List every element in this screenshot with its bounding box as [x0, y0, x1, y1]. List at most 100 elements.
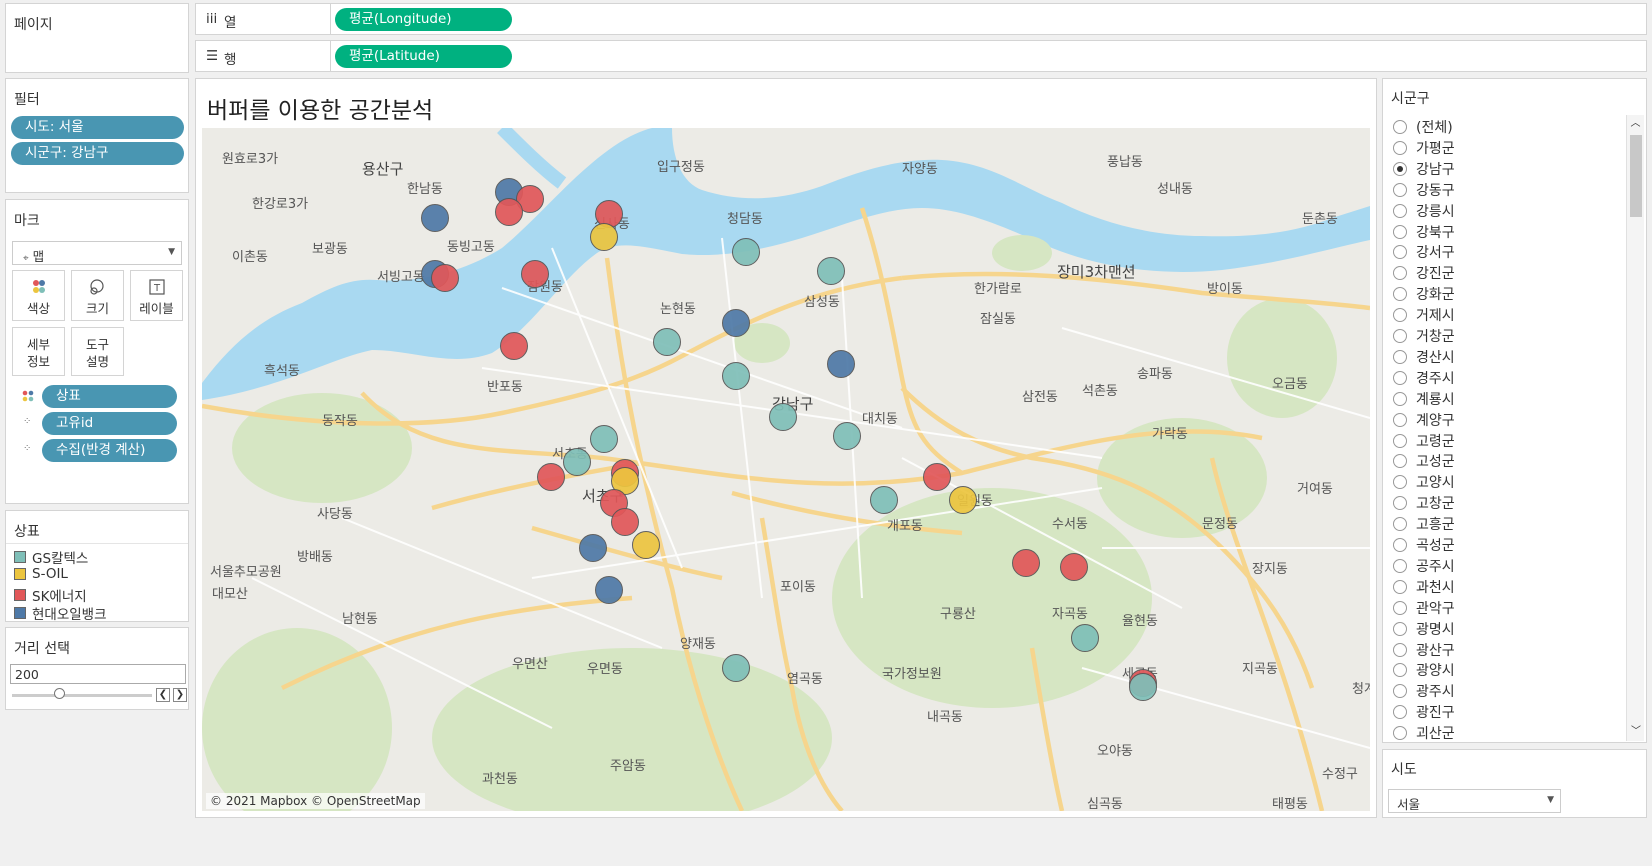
radio-icon[interactable]: [1393, 558, 1407, 573]
radio-icon[interactable]: [1393, 663, 1407, 678]
sigungu-option[interactable]: 광산구: [1393, 640, 1455, 660]
station-marker-gs[interactable]: [816, 256, 845, 285]
sigungu-option[interactable]: 고흥군: [1393, 514, 1455, 534]
radio-icon[interactable]: [1393, 621, 1407, 636]
radio-icon[interactable]: [1393, 600, 1407, 615]
radio-icon[interactable]: [1393, 391, 1407, 406]
sigungu-option[interactable]: 고창군: [1393, 493, 1455, 513]
station-marker-hyundai[interactable]: [594, 575, 623, 604]
sigungu-option[interactable]: 거제시: [1393, 305, 1455, 325]
color-button[interactable]: 색상: [12, 270, 65, 321]
map-area[interactable]: 원효로3가용산구한강로3가이촌동서빙고동보광동한남동동빙고동신사동잠원동논현동입…: [202, 128, 1370, 811]
station-marker-gs[interactable]: [589, 425, 618, 454]
station-marker-gs[interactable]: [1128, 673, 1157, 702]
radio-icon[interactable]: [1393, 496, 1407, 511]
label-button[interactable]: T 레이블: [130, 270, 183, 321]
station-marker-sk[interactable]: [610, 508, 639, 537]
radio-icon[interactable]: [1393, 454, 1407, 469]
sigungu-option[interactable]: 고령군: [1393, 431, 1455, 451]
sigungu-option[interactable]: 곡성군: [1393, 535, 1455, 555]
filter-pill-sido[interactable]: 시도: 서울: [11, 116, 184, 139]
sigungu-option[interactable]: 강진군: [1393, 263, 1455, 283]
station-marker-soil[interactable]: [949, 485, 978, 514]
scroll-up-icon[interactable]: ︿: [1627, 115, 1644, 133]
sigungu-option[interactable]: 강화군: [1393, 284, 1455, 304]
radio-icon[interactable]: [1393, 287, 1407, 302]
sigungu-option[interactable]: 강릉시: [1393, 201, 1455, 221]
radio-icon[interactable]: [1393, 308, 1407, 323]
sigungu-option[interactable]: 광명시: [1393, 619, 1455, 639]
station-marker-gs[interactable]: [1070, 624, 1099, 653]
radio-icon[interactable]: [1393, 579, 1407, 594]
sigungu-option[interactable]: (전체): [1393, 117, 1453, 137]
radio-icon[interactable]: [1393, 517, 1407, 532]
radio-icon[interactable]: [1393, 224, 1407, 239]
radio-icon[interactable]: [1393, 475, 1407, 490]
radio-icon[interactable]: [1393, 245, 1407, 260]
station-marker-hyundai[interactable]: [420, 204, 449, 233]
station-marker-gs[interactable]: [732, 237, 761, 266]
sigungu-option[interactable]: 가평군: [1393, 138, 1455, 158]
radio-icon[interactable]: [1393, 329, 1407, 343]
detail-button[interactable]: 세부 정보: [12, 327, 65, 376]
sigungu-option[interactable]: 거창군: [1393, 326, 1455, 346]
station-marker-gs[interactable]: [869, 485, 898, 514]
sigungu-option[interactable]: 괴산군: [1393, 723, 1455, 743]
sigungu-option[interactable]: 계룡시: [1393, 389, 1455, 409]
filter-pill-sigungu[interactable]: 시군구: 강남구: [11, 142, 184, 165]
sigungu-option[interactable]: 광주시: [1393, 681, 1455, 701]
tooltip-button[interactable]: 도구 설명: [71, 327, 124, 376]
size-button[interactable]: 크기: [71, 270, 124, 321]
radio-icon[interactable]: [1393, 140, 1407, 155]
sido-dropdown[interactable]: 서울 ▼: [1388, 789, 1561, 813]
marks-field-id[interactable]: 고유id: [42, 412, 177, 435]
radio-icon[interactable]: [1393, 266, 1407, 281]
sigungu-option[interactable]: 경산시: [1393, 347, 1455, 367]
scroll-down-icon[interactable]: ﹀: [1627, 723, 1645, 741]
marks-field-collect[interactable]: 수집(반경 계산): [42, 439, 177, 462]
rows-shelf[interactable]: ☰ 행 평균(Latitude): [195, 40, 1647, 72]
sigungu-option[interactable]: 광진구: [1393, 702, 1455, 722]
map-canvas[interactable]: [202, 128, 1370, 811]
sigungu-option[interactable]: 경주시: [1393, 368, 1455, 388]
columns-shelf[interactable]: iii 열 평균(Longitude): [195, 3, 1647, 35]
distance-slider-track[interactable]: [12, 694, 152, 697]
sigungu-option[interactable]: 고성군: [1393, 451, 1455, 471]
station-marker-gs[interactable]: [721, 654, 750, 683]
distance-slider-thumb[interactable]: [54, 688, 65, 699]
sigungu-option[interactable]: 강남구: [1393, 159, 1455, 179]
mark-type-dropdown[interactable]: ⌖ 맵 ▼: [12, 241, 182, 265]
sigungu-option[interactable]: 공주시: [1393, 556, 1455, 576]
radio-icon[interactable]: [1393, 705, 1407, 720]
legend-item-gs[interactable]: GS칼텍스: [14, 547, 88, 567]
station-marker-sk[interactable]: [499, 331, 528, 360]
radio-icon[interactable]: [1393, 182, 1407, 197]
sigungu-option[interactable]: 관악구: [1393, 598, 1455, 618]
slider-prev-button[interactable]: ❮: [156, 688, 170, 702]
marks-field-brand[interactable]: 상표: [42, 385, 177, 408]
radio-icon[interactable]: [1393, 433, 1407, 448]
station-marker-sk[interactable]: [494, 198, 523, 227]
radio-icon[interactable]: [1393, 726, 1407, 741]
sigungu-option[interactable]: 광양시: [1393, 660, 1455, 680]
rows-pill-latitude[interactable]: 평균(Latitude): [335, 45, 512, 68]
radio-icon[interactable]: [1393, 203, 1407, 218]
columns-pill-longitude[interactable]: 평균(Longitude): [335, 8, 512, 31]
station-marker-soil[interactable]: [631, 530, 660, 559]
sigungu-option[interactable]: 강북구: [1393, 222, 1455, 242]
radio-icon[interactable]: [1393, 161, 1407, 176]
radio-icon[interactable]: [1393, 120, 1407, 134]
station-marker-soil[interactable]: [589, 222, 618, 251]
station-marker-sk[interactable]: [922, 463, 951, 491]
radio-icon[interactable]: [1393, 642, 1407, 657]
legend-item-soil[interactable]: S-OIL: [14, 566, 68, 582]
radio-icon[interactable]: [1393, 538, 1407, 552]
station-marker-gs[interactable]: [832, 421, 861, 450]
legend-item-sk[interactable]: SK에너지: [14, 585, 87, 605]
sigungu-scrollbar[interactable]: ︿ ﹀: [1626, 115, 1644, 741]
station-marker-sk[interactable]: [1060, 553, 1089, 582]
distance-input[interactable]: [10, 664, 186, 684]
slider-next-button[interactable]: ❯: [173, 688, 187, 702]
sigungu-option[interactable]: 계양구: [1393, 410, 1455, 430]
legend-item-hyundai[interactable]: 현대오일뱅크: [14, 603, 107, 623]
